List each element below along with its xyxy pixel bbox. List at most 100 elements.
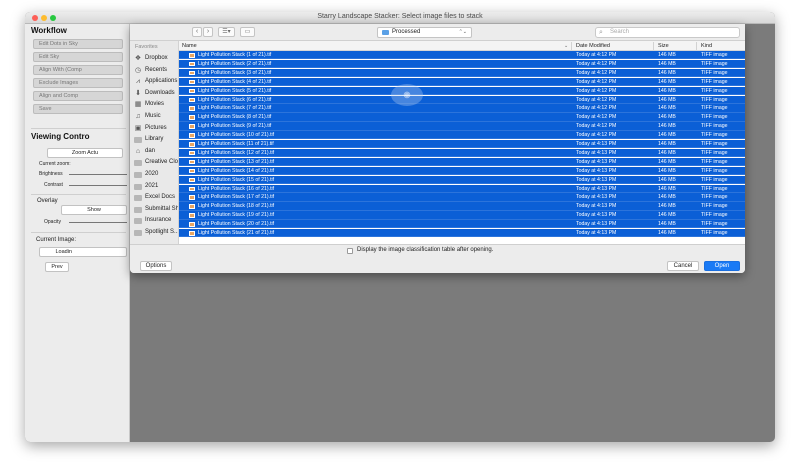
file-row[interactable]: Light Pollution Stack (8 of 21).tif Today… — [179, 113, 745, 122]
file-row[interactable]: Light Pollution Stack (19 of 21).tif Toda… — [179, 211, 745, 220]
sidebar-item-label: Movies — [145, 101, 165, 108]
file-row[interactable]: Light Pollution Stack (20 of 21).tif Toda… — [179, 220, 745, 229]
name-column-header[interactable]: Name — [182, 43, 197, 49]
file-row[interactable]: Light Pollution Stack (3 of 21).tif Today… — [179, 68, 745, 78]
forward-button[interactable]: › — [203, 27, 213, 37]
file-row[interactable]: Light Pollution Stack (11 of 21).tif Toda… — [179, 140, 745, 149]
sidebar-item[interactable]: ⬇ Downloads — [134, 89, 178, 100]
sidebar-item[interactable]: Spotlight S... — [134, 228, 179, 239]
file-size: 146 MB — [658, 176, 676, 183]
location-popup[interactable]: Processed ⌃⌄ — [377, 27, 472, 38]
file-row[interactable]: Light Pollution Stack (5 of 21).tif Today… — [179, 86, 745, 95]
search-icon: ⌕ — [599, 29, 603, 36]
search-field[interactable]: ⌕ Search — [595, 27, 740, 38]
sidebar-item-label: Music — [145, 113, 161, 119]
file-kind: TIFF image — [701, 230, 728, 236]
opacity-slider[interactable] — [69, 222, 127, 223]
sidebar-item[interactable]: ♫ Music — [134, 112, 178, 123]
file-size: 146 MB — [658, 212, 676, 219]
file-row[interactable]: Light Pollution Stack (16 of 21).tif Toda… — [179, 184, 745, 193]
workflow-button[interactable]: Exclude Images — [33, 78, 123, 88]
column-divider — [571, 42, 572, 50]
file-row[interactable]: Light Pollution Stack (9 of 21).tif Today… — [179, 122, 745, 131]
sidebar-item-label: Excel Docs — [145, 194, 176, 201]
location-label: Processed — [392, 29, 421, 35]
file-row[interactable]: Light Pollution Stack (12 of 21).tif Toda… — [179, 148, 745, 158]
sidebar-item[interactable]: Creative Cloud... — [134, 158, 178, 169]
file-size: 146 MB — [658, 141, 676, 147]
file-row[interactable]: Light Pollution Stack (21 of 21).tif Toda… — [179, 229, 745, 238]
file-row[interactable]: Light Pollution Stack (17 of 21).tif Toda… — [179, 193, 745, 202]
sidebar-item[interactable]: 2020 — [134, 170, 178, 181]
classification-table-checkbox[interactable] — [347, 248, 353, 254]
sidebar-item[interactable]: Excel Docs — [134, 193, 178, 204]
contrast-label: Contrast — [44, 182, 63, 188]
options-button[interactable]: Options — [140, 261, 172, 271]
sidebar-item[interactable]: Library — [134, 135, 178, 146]
date-column-header[interactable]: Date Modified — [576, 43, 610, 49]
new-folder-button[interactable]: ▭ — [240, 27, 255, 37]
file-name: Light Pollution Stack (15 of 21).tif — [198, 176, 275, 183]
home-icon: ⌂ — [135, 147, 141, 155]
sidebar-item-label: Spotlight S... — [145, 229, 179, 235]
file-name: Light Pollution Stack (7 of 21).tif — [198, 105, 272, 112]
file-date: Today at 4:13 PM — [576, 141, 617, 147]
tiff-file-icon — [189, 97, 195, 102]
sidebar-item-label: 2021 — [145, 182, 159, 189]
sidebar-item-label: Downloads — [145, 89, 175, 96]
zoom-actual-button[interactable]: Zoom Actu — [47, 148, 123, 158]
file-row[interactable]: Light Pollution Stack (18 of 21).tif Toda… — [179, 202, 745, 211]
kind-column-header[interactable]: Kind — [701, 43, 712, 49]
sidebar-item[interactable]: ▦ Movies — [134, 100, 178, 111]
back-button[interactable]: ‹ — [192, 27, 202, 37]
sidebar-item[interactable]: Insurance — [134, 216, 178, 227]
workflow-button[interactable]: Save — [33, 104, 123, 114]
brightness-slider[interactable] — [69, 174, 127, 175]
sidebar-item[interactable]: 2021 — [134, 182, 178, 193]
file-row[interactable]: Light Pollution Stack (7 of 21).tif Today… — [179, 104, 745, 113]
sidebar-item-label: Recents — [145, 66, 168, 73]
file-kind: TIFF image — [701, 60, 728, 67]
file-name: Light Pollution Stack (14 of 21).tif — [198, 167, 275, 174]
file-name: Light Pollution Stack (18 of 21).tif — [198, 203, 275, 210]
show-overlay-button[interactable]: Show — [61, 205, 127, 215]
file-kind: TIFF image — [701, 212, 728, 219]
file-row[interactable]: Light Pollution Stack (1 of 21).tif Today… — [179, 51, 745, 60]
sidebar-item[interactable]: ⩘ Applications — [134, 77, 178, 88]
chevron-updown-icon: ⌃⌄ — [458, 29, 467, 35]
view-mode-button[interactable]: ☰▾ — [218, 27, 235, 37]
size-column-header[interactable]: Size — [658, 43, 669, 49]
workflow-button[interactable]: Align With (Comp — [33, 65, 123, 75]
file-date: Today at 4:13 PM — [576, 212, 617, 219]
folder-icon — [134, 218, 142, 225]
file-row[interactable]: Light Pollution Stack (15 of 21).tif Toda… — [179, 175, 745, 184]
cancel-button[interactable]: Cancel — [667, 261, 699, 271]
sidebar-item[interactable]: ⌂ dan — [134, 147, 178, 158]
folder-icon — [134, 183, 142, 190]
workflow-button[interactable]: Edit Sky — [33, 52, 123, 62]
file-size: 146 MB — [658, 230, 676, 236]
sidebar-item[interactable]: ❖ Dropbox — [134, 54, 178, 65]
music-icon: ♫ — [135, 113, 141, 120]
sidebar-item-label: Applications — [145, 78, 178, 85]
sidebar-item[interactable]: Submittal She... — [134, 205, 178, 216]
file-row[interactable]: Light Pollution Stack (4 of 21).tif Today… — [179, 77, 745, 87]
workflow-button[interactable]: Edit Dots in Sky — [33, 39, 123, 49]
viewing-controls-title: Viewing Contro — [31, 132, 90, 141]
file-row[interactable]: Light Pollution Stack (2 of 21).tif Today… — [179, 59, 745, 69]
sidebar-item[interactable]: ◷ Recents — [134, 66, 178, 77]
sidebar-item-label: 2020 — [145, 171, 159, 177]
sidebar-item[interactable]: ▣ Pictures — [134, 124, 178, 135]
contrast-slider[interactable] — [69, 185, 127, 186]
prev-button[interactable]: Prev — [45, 262, 69, 272]
file-kind: TIFF image — [701, 69, 728, 76]
file-row[interactable]: Light Pollution Stack (10 of 21).tif Toda… — [179, 131, 745, 140]
workflow-button[interactable]: Align and Comp — [33, 91, 123, 101]
file-row[interactable]: Light Pollution Stack (14 of 21).tif Toda… — [179, 166, 745, 176]
open-button[interactable]: Open — [704, 261, 740, 271]
panel-divider — [31, 194, 126, 195]
file-date: Today at 4:12 PM — [576, 52, 617, 58]
tiff-file-icon — [189, 195, 195, 200]
file-row[interactable]: Light Pollution Stack (13 of 21).tif Toda… — [179, 157, 745, 167]
file-row[interactable]: Light Pollution Stack (6 of 21).tif Today… — [179, 95, 745, 104]
